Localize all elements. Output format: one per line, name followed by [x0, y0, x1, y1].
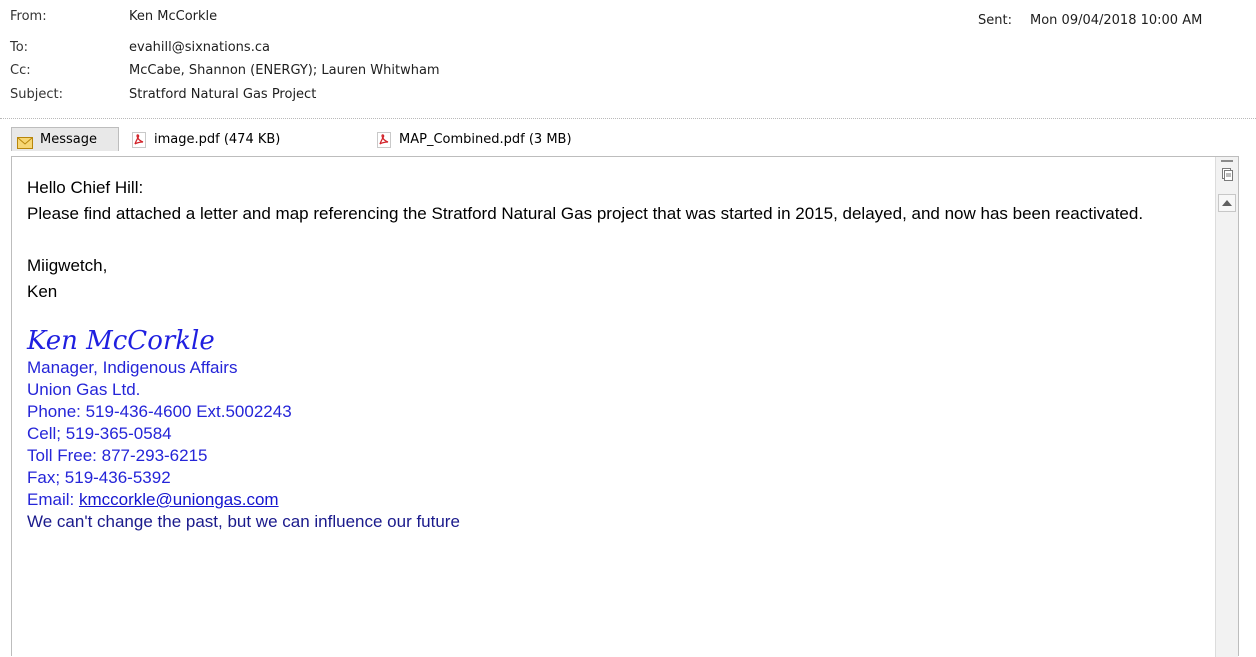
attachment-label: image.pdf (474 KB): [154, 132, 281, 147]
sent-info: Sent: Mon 09/04/2018 10:00 AM: [978, 10, 1256, 32]
splitter-icon[interactable]: [1221, 160, 1233, 162]
email-label: Email:: [27, 490, 79, 509]
from-value[interactable]: Ken McCorkle: [129, 6, 217, 28]
subject-label: Subject:: [10, 87, 63, 102]
sent-value: Mon 09/04/2018 10:00 AM: [1030, 13, 1203, 28]
header-divider: [0, 118, 1256, 119]
pdf-icon: [376, 132, 392, 156]
signature-cell: Cell; 519-365-0584: [27, 424, 172, 443]
sent-label: Sent:: [978, 13, 1012, 28]
envelope-icon: [17, 134, 33, 158]
signature-title: Manager, Indigenous Affairs: [27, 358, 238, 377]
chevron-up-icon: [1222, 200, 1232, 206]
body-text: Hello Chief Hill: Please find attached a…: [27, 175, 1207, 305]
message-body[interactable]: Hello Chief Hill: Please find attached a…: [11, 156, 1239, 657]
signature-motto: We can't change the past, but we can inf…: [27, 512, 460, 531]
to-label: To:: [10, 40, 29, 55]
signature-script-name: Ken McCorkle: [27, 326, 215, 356]
signature-company: Union Gas Ltd.: [27, 380, 141, 399]
message-tab[interactable]: Message: [11, 127, 119, 151]
page-icon[interactable]: [1220, 166, 1234, 181]
scroll-up-button[interactable]: [1218, 194, 1236, 212]
attachment-map-pdf[interactable]: MAP_Combined.pdf (3 MB): [376, 129, 636, 151]
body-paragraph: Please find attached a letter and map re…: [27, 204, 1144, 223]
greeting: Hello Chief Hill:: [27, 178, 144, 197]
signature-block: Manager, Indigenous Affairs Union Gas Lt…: [27, 357, 1207, 533]
message-tab-label: Message: [40, 132, 97, 147]
pdf-icon: [131, 132, 147, 156]
attachment-bar: Message image.pdf (474 KB) MAP_Combined.…: [0, 124, 1256, 156]
attachment-image-pdf[interactable]: image.pdf (474 KB): [131, 129, 331, 151]
message-content: Hello Chief Hill: Please find attached a…: [27, 175, 1207, 533]
cc-value[interactable]: McCabe, Shannon (ENERGY); Lauren Whitwha…: [129, 60, 440, 82]
subject-value: Stratford Natural Gas Project: [129, 87, 317, 102]
attachment-label: MAP_Combined.pdf (3 MB): [399, 132, 572, 147]
email-link[interactable]: kmccorkle@uniongas.com: [79, 490, 279, 509]
signature-email-line: Email: kmccorkle@uniongas.com: [27, 489, 1207, 511]
signature-toll-free: Toll Free: 877-293-6215: [27, 446, 208, 465]
message-header: From: Ken McCorkle To: evahill@sixnation…: [0, 0, 1256, 156]
vertical-scrollbar[interactable]: [1215, 157, 1238, 657]
cc-label: Cc:: [10, 63, 31, 78]
signature-fax: Fax; 519-436-5392: [27, 468, 171, 487]
sender-first-name: Ken: [27, 282, 58, 301]
from-label: From:: [10, 9, 47, 24]
signature-phone: Phone: 519-436-4600 Ext.5002243: [27, 402, 292, 421]
closing: Miigwetch,: [27, 256, 108, 275]
to-value[interactable]: evahill@sixnations.ca: [129, 37, 270, 59]
